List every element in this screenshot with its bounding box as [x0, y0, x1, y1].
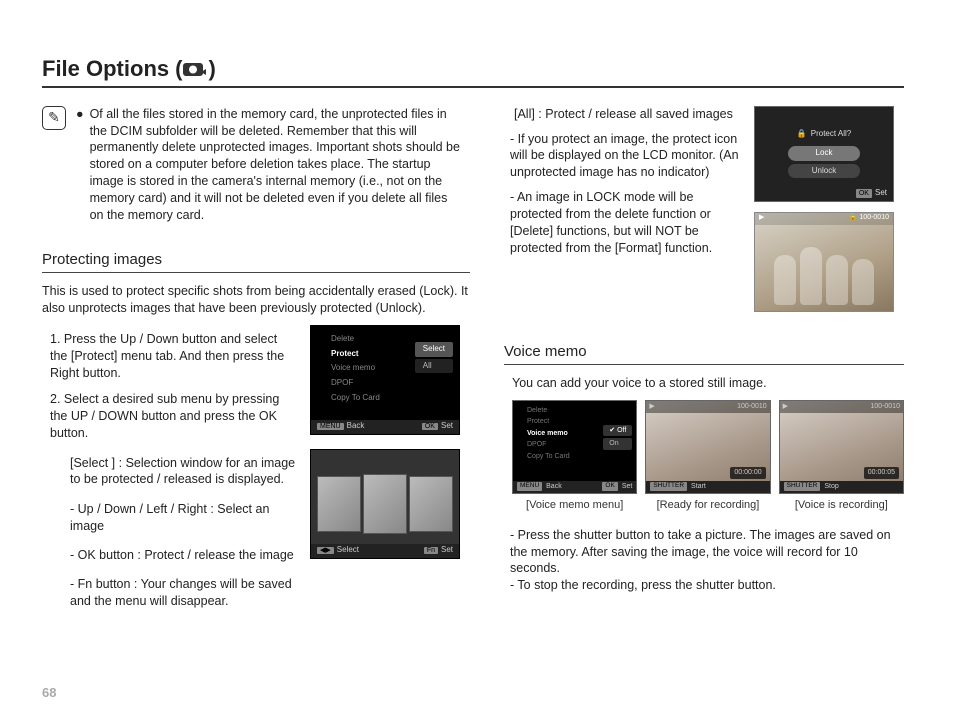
person-shape	[826, 255, 848, 305]
lock-icon: 🔒	[797, 129, 807, 140]
voice-recording-screen: ▶100-0010 00:00:05 SHUTTERStop	[779, 400, 904, 494]
title-paren: ( )	[175, 54, 216, 84]
note-box: ✎ ● Of all the files stored in the memor…	[42, 106, 462, 224]
section-voice-memo: Voice memo	[504, 342, 904, 365]
protect-intro: This is used to protect specific shots f…	[42, 283, 470, 317]
sub-fn: - Fn button : Your changes will be saved…	[70, 576, 298, 610]
person-shape	[852, 259, 874, 305]
bullet-icon: ●	[76, 106, 84, 224]
menu-option-selected: Select	[415, 342, 453, 357]
sub-select: [Select ] : Selection window for an imag…	[70, 455, 298, 489]
file-options-icon	[182, 60, 208, 78]
sub-udlr: - Up / Down / Left / Right : Select an i…	[70, 501, 298, 535]
protect-all-dialog: 🔒Protect All? Lock Unlock OKSet	[754, 106, 894, 202]
voice-intro: You can add your voice to a stored still…	[512, 375, 904, 392]
caption: [Ready for recording]	[645, 498, 770, 513]
voice-b1: - Press the shutter button to take a pic…	[510, 527, 904, 578]
protect-select-screen: ◀▶Select FnSet	[310, 449, 460, 559]
title-text: File Options	[42, 54, 169, 84]
all-label: [All] : Protect / release all saved imag…	[514, 106, 740, 123]
menu-option: All	[415, 359, 453, 374]
check-icon: ✔	[609, 427, 615, 434]
person-shape	[774, 255, 796, 305]
play-icon: ▶	[783, 402, 788, 411]
play-icon: ▶	[759, 213, 764, 225]
menu-item: DPOF	[317, 376, 453, 391]
caption: [Voice is recording]	[779, 498, 904, 513]
thumbnail	[317, 476, 361, 532]
thumbnail-selected	[363, 474, 407, 534]
page-title: File Options ( )	[42, 54, 904, 88]
lock-icon: 🔒	[849, 214, 858, 221]
section-protecting-images: Protecting images	[42, 250, 470, 273]
person-shape	[800, 247, 822, 305]
dialog-unlock-button[interactable]: Unlock	[788, 164, 860, 179]
step-1: 1. Press the Up / Down button and select…	[50, 331, 298, 382]
voice-ready-screen: ▶100-0010 00:00:00 SHUTTERStart	[645, 400, 770, 494]
protect-note-2: - An image in LOCK mode will be protecte…	[510, 189, 740, 257]
thumbnail	[409, 476, 453, 532]
protect-note-1: - If you protect an image, the protect i…	[510, 131, 740, 182]
voice-b2: - To stop the recording, press the shutt…	[510, 577, 904, 594]
note-text: Of all the files stored in the memory ca…	[90, 106, 462, 224]
page-number: 68	[42, 684, 56, 702]
sub-ok: - OK button : Protect / release the imag…	[70, 547, 298, 564]
voice-memo-menu-screen: Delete Protect Voice memo DPOF Copy To C…	[512, 400, 637, 494]
protect-menu-screen: Delete Protect Voice memo DPOF Copy To C…	[310, 325, 460, 435]
play-icon: ▶	[649, 402, 654, 411]
protected-image-preview: ▶ 🔒 100-0010	[754, 212, 894, 312]
dialog-lock-button[interactable]: Lock	[788, 146, 860, 161]
caption: [Voice memo menu]	[512, 498, 637, 513]
note-pencil-icon: ✎	[42, 106, 66, 130]
step-2: 2. Select a desired sub menu by pressing…	[50, 391, 298, 442]
menu-item: Copy To Card	[317, 391, 453, 406]
